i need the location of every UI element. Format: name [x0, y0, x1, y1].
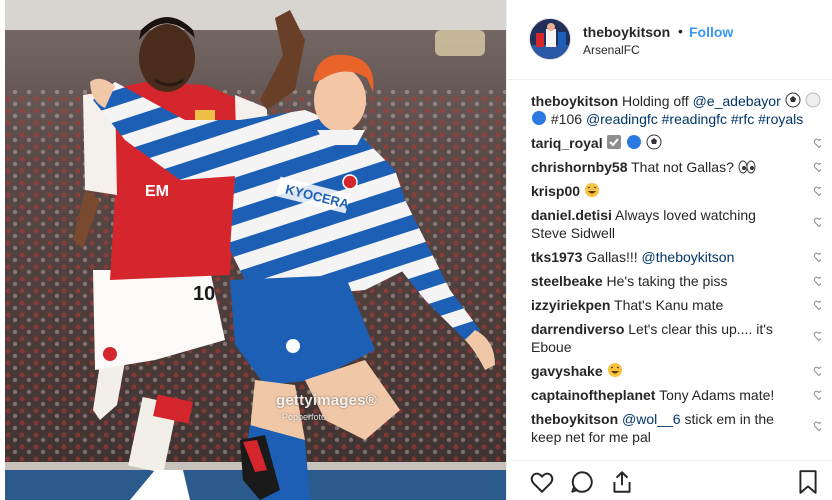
comment-username[interactable]: tks1973: [531, 249, 582, 265]
like-comment-heart-icon[interactable]: [813, 330, 821, 342]
blue-circle-icon: [627, 135, 642, 149]
blue-circle-icon: [532, 111, 546, 125]
share-icon[interactable]: [609, 469, 635, 495]
post-header: theboykitson • Follow ArsenalFC: [507, 0, 832, 80]
follow-button[interactable]: Follow: [689, 24, 733, 40]
eyes-icon: [738, 160, 756, 174]
comment-username[interactable]: krisp00: [531, 183, 580, 199]
caption: theboykitson Holding off @e_adebayor #10…: [531, 92, 821, 128]
caption-hashtags[interactable]: @readingfc #readingfc #rfc #royals: [586, 111, 803, 127]
jersey-number: 10: [193, 283, 215, 305]
check-mark-icon: [607, 135, 622, 149]
comment-mention[interactable]: @theboykitson: [642, 249, 735, 265]
post-photo[interactable]: 10 EM KYOCERA gettyimages® Popperfoto: [5, 0, 506, 500]
comment-text: He's taking the piss: [606, 273, 728, 289]
comment-username[interactable]: darrendiverso: [531, 321, 624, 337]
comment-username[interactable]: izzyiriekpen: [531, 297, 610, 313]
caption-mention[interactable]: @e_adebayor: [693, 93, 781, 109]
soccer-ball-icon: [646, 134, 662, 150]
photographer-credit: Popperfoto: [282, 412, 327, 422]
like-comment-heart-icon[interactable]: [813, 251, 821, 263]
comment-text: That's Kanu mate: [614, 297, 724, 313]
comment-row: chrishornby58 That not Gallas?: [531, 158, 821, 176]
comment-username[interactable]: steelbeake: [531, 273, 603, 289]
avatar-image-icon: [530, 19, 570, 59]
comment-text: That not Gallas?: [631, 159, 734, 175]
comment-row: gavyshake: [531, 362, 821, 380]
comment-username[interactable]: chrishornby58: [531, 159, 627, 175]
heart-icon[interactable]: [529, 469, 555, 495]
white-circle-icon: [805, 92, 821, 108]
comment-username[interactable]: gavyshake: [531, 363, 603, 379]
comment-row: steelbeake He's taking the piss: [531, 272, 821, 290]
getty-watermark: gettyimages®: [276, 392, 377, 409]
post-sidebar: theboykitson • Follow ArsenalFC theboyki…: [506, 0, 832, 500]
comment-row: daniel.detisi Always loved watching Stev…: [531, 206, 821, 242]
comment-row: krisp00: [531, 182, 821, 200]
like-comment-heart-icon[interactable]: [813, 420, 821, 432]
header-username[interactable]: theboykitson: [583, 24, 670, 40]
comment-row: izzyiriekpen That's Kanu mate: [531, 296, 821, 314]
football-photo-illustration: 10 EM KYOCERA: [5, 0, 506, 500]
bookmark-icon[interactable]: [795, 469, 821, 495]
comment-username[interactable]: daniel.detisi: [531, 207, 612, 223]
header-separator: •: [678, 23, 683, 39]
like-comment-heart-icon[interactable]: [813, 299, 821, 311]
comment-row: tks1973 Gallas!!! @theboykitson: [531, 248, 821, 266]
location-link[interactable]: ArsenalFC: [583, 43, 640, 57]
caption-text-prefix: Holding off: [622, 93, 693, 109]
shirt-text: EM: [145, 183, 169, 200]
comment-row: theboykitson @wol__6 stick em in the kee…: [531, 410, 821, 446]
comment-text: Tony Adams mate!: [659, 387, 775, 403]
comment-mention[interactable]: @wol__6: [622, 411, 681, 427]
comment-row: captainoftheplanet Tony Adams mate!: [531, 386, 821, 404]
comment-username[interactable]: theboykitson: [531, 411, 618, 427]
like-comment-heart-icon[interactable]: [813, 185, 821, 197]
comment-username[interactable]: captainoftheplanet: [531, 387, 655, 403]
like-comment-heart-icon[interactable]: [813, 365, 821, 377]
comment-icon[interactable]: [569, 469, 595, 495]
like-comment-heart-icon[interactable]: [813, 275, 821, 287]
avatar[interactable]: [529, 18, 571, 60]
soccer-ball-icon: [785, 92, 801, 108]
laughing-face-icon: [584, 183, 599, 197]
comment-username[interactable]: tariq_royal: [531, 135, 603, 151]
comments-list[interactable]: theboykitson Holding off @e_adebayor #10…: [531, 92, 821, 462]
caption-username[interactable]: theboykitson: [531, 93, 618, 109]
laughing-face-icon: [607, 363, 622, 377]
like-comment-heart-icon[interactable]: [813, 161, 821, 173]
comment-row: tariq_royal: [531, 134, 821, 152]
action-bar: [507, 460, 832, 500]
like-comment-heart-icon[interactable]: [813, 216, 821, 228]
like-comment-heart-icon[interactable]: [813, 137, 821, 149]
caption-mid-text: #106: [547, 111, 586, 127]
like-comment-heart-icon[interactable]: [813, 389, 821, 401]
comment-text: Gallas!!!: [586, 249, 642, 265]
comment-row: darrendiverso Let's clear this up.... it…: [531, 320, 821, 356]
